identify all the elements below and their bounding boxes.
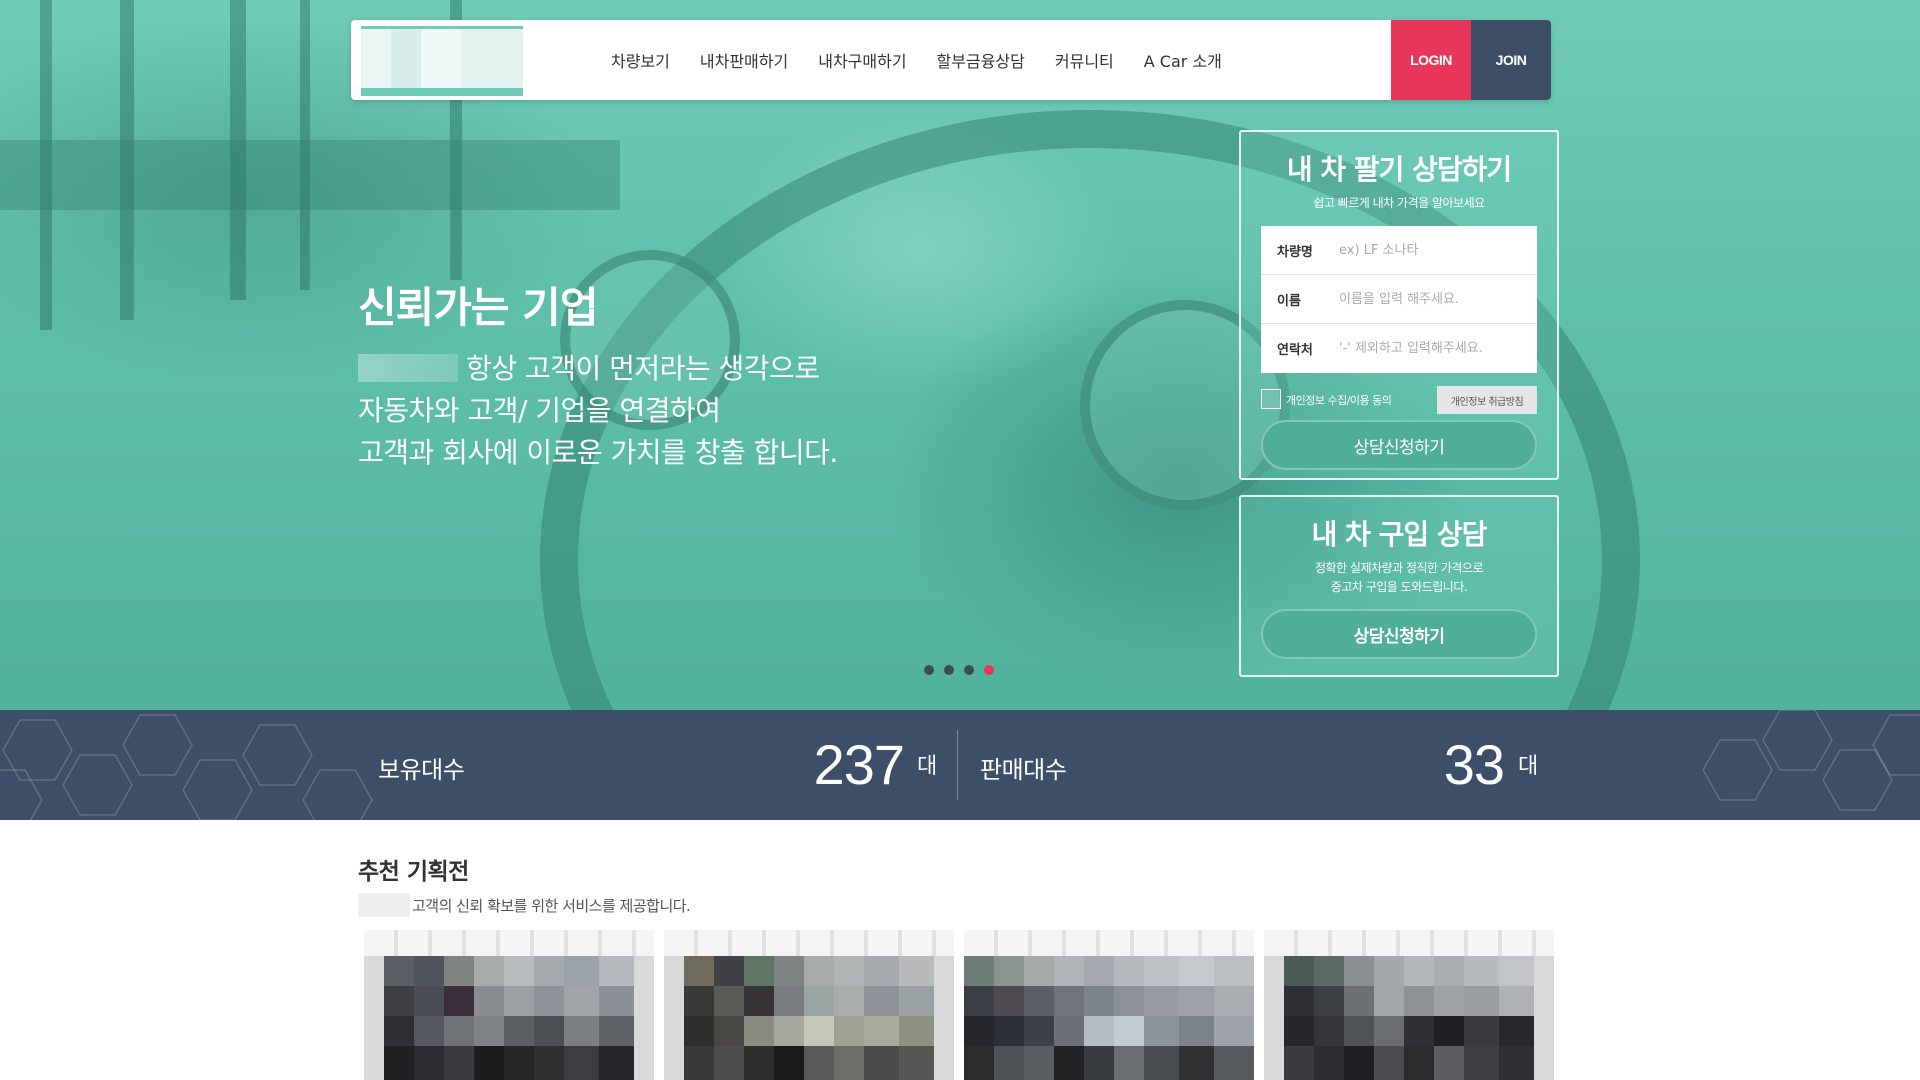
card-image-mosaic: [684, 956, 934, 1080]
slider-dot[interactable]: [964, 665, 974, 675]
sold-count-unit: 대: [1518, 754, 1539, 779]
slider-dot[interactable]: [924, 665, 934, 675]
name-input[interactable]: [1339, 291, 1519, 307]
hero-title: 신뢰가는 기업: [358, 283, 598, 332]
privacy-agree-label[interactable]: 개인정보 수집/이용 동의: [1286, 392, 1392, 408]
sell-panel-title: 내 차 팔기 상담하기: [1286, 153, 1512, 186]
sell-panel-subtitle: 쉽고 빠르게 내차 가격을 알아보세요: [1313, 196, 1485, 210]
card-image-mosaic: [384, 956, 634, 1080]
recommend-card[interactable]: [664, 930, 954, 1080]
card-image-ceiling: [364, 930, 654, 956]
recommend-cards: [364, 930, 1564, 1080]
stats-bar: 보유대수 237 대 판매대수 33 대: [0, 710, 1920, 820]
hero-line: 자동차와 고객/ 기업을 연결하여: [358, 394, 721, 427]
hexagon-pattern-right: [1702, 710, 1920, 811]
owned-count-value: 237: [813, 733, 905, 796]
buy-panel-title: 내 차 구입 상담: [1311, 518, 1488, 551]
recommend-card[interactable]: [1264, 930, 1554, 1080]
privacy-agree-row: 개인정보 수집/이용 동의 개인정보 취급방침: [1261, 384, 1537, 414]
nav-item-community[interactable]: 커뮤니티: [1055, 48, 1114, 72]
slider-dots: [924, 665, 1004, 675]
form-row-name: 이름: [1261, 275, 1537, 324]
card-image-ceiling: [664, 930, 954, 956]
car-name-input[interactable]: [1339, 242, 1519, 258]
form-row-phone: 연락처: [1261, 324, 1537, 373]
nav-item-finance[interactable]: 할부금융상담: [937, 48, 1025, 72]
nav-item-sell-car[interactable]: 내차판매하기: [700, 48, 788, 72]
hero-line: 고객과 회사에 이로운 가치를 창출 합니다.: [358, 436, 838, 469]
sell-consult-panel: 내 차 팔기 상담하기 쉽고 빠르게 내차 가격을 알아보세요 차량명 이름 연…: [1239, 130, 1559, 480]
top-nav: 차량보기 내차판매하기 내차구매하기 할부금융상담 커뮤니티 A Car 소개 …: [351, 20, 1551, 100]
recommend-section-subtitle: 고객의 신뢰 확보를 위한 서비스를 제공합니다.: [358, 893, 691, 917]
owned-count-unit: 대: [917, 754, 938, 779]
hexagon-pattern-left: [0, 714, 373, 820]
card-image-ceiling: [1264, 930, 1554, 956]
join-button[interactable]: JOIN: [1471, 20, 1551, 100]
privacy-agree-checkbox[interactable]: [1261, 389, 1281, 409]
privacy-policy-button[interactable]: 개인정보 취급방침: [1437, 386, 1537, 414]
sold-count-label: 판매대수: [980, 756, 1067, 784]
owned-count-label: 보유대수: [378, 756, 465, 784]
recommend-subtitle-text: 고객의 신뢰 확보를 위한 서비스를 제공합니다.: [412, 897, 691, 915]
form-row-car-name: 차량명: [1261, 226, 1537, 275]
hero-line-text: 항상 고객이 먼저라는 생각으로: [466, 352, 820, 385]
redacted-company-name: [358, 893, 410, 917]
nav-item-vehicles[interactable]: 차량보기: [611, 48, 670, 72]
bg-foliage: [0, 140, 620, 210]
card-image-mosaic: [1284, 956, 1534, 1080]
logo[interactable]: [361, 26, 523, 96]
slider-dot[interactable]: [944, 665, 954, 675]
card-image-ceiling: [964, 930, 1254, 956]
login-button[interactable]: LOGIN: [1391, 20, 1471, 100]
sold-count-value: 33: [1443, 733, 1505, 796]
redacted-company-name: [358, 354, 458, 382]
nav-item-about[interactable]: A Car 소개: [1144, 48, 1222, 72]
hero-banner: 차량보기 내차판매하기 내차구매하기 할부금융상담 커뮤니티 A Car 소개 …: [0, 0, 1920, 710]
sell-submit-button[interactable]: 상담신청하기: [1261, 420, 1537, 470]
name-label: 이름: [1277, 293, 1301, 309]
hero-text: 항상 고객이 먼저라는 생각으로 자동차와 고객/ 기업을 연결하여 고객과 회…: [358, 348, 838, 474]
nav-menu: 차량보기 내차판매하기 내차구매하기 할부금융상담 커뮤니티 A Car 소개: [611, 20, 1252, 100]
recommend-card[interactable]: [364, 930, 654, 1080]
phone-label: 연락처: [1277, 343, 1313, 358]
recommend-card[interactable]: [964, 930, 1254, 1080]
buy-panel-subtitle-line: 정확한 실제차량과 정직한 가격으로: [1314, 561, 1484, 575]
card-image-mosaic: [964, 956, 1254, 1080]
sell-form: 차량명 이름 연락처: [1261, 226, 1537, 373]
buy-panel-subtitle-line: 중고차 구입을 도와드립니다.: [1330, 580, 1468, 594]
phone-input[interactable]: [1339, 341, 1519, 356]
hero-line: 항상 고객이 먼저라는 생각으로: [358, 348, 838, 390]
stats-divider: [957, 730, 958, 800]
buy-consult-panel: 내 차 구입 상담 정확한 실제차량과 정직한 가격으로 중고차 구입을 도와드…: [1239, 495, 1559, 677]
recommend-section-title: 추천 기획전: [358, 859, 469, 885]
nav-item-buy-car[interactable]: 내차구매하기: [818, 48, 906, 72]
buy-submit-button[interactable]: 상담신청하기: [1261, 609, 1537, 659]
car-name-label: 차량명: [1277, 244, 1313, 260]
slider-dot-active[interactable]: [984, 665, 994, 675]
